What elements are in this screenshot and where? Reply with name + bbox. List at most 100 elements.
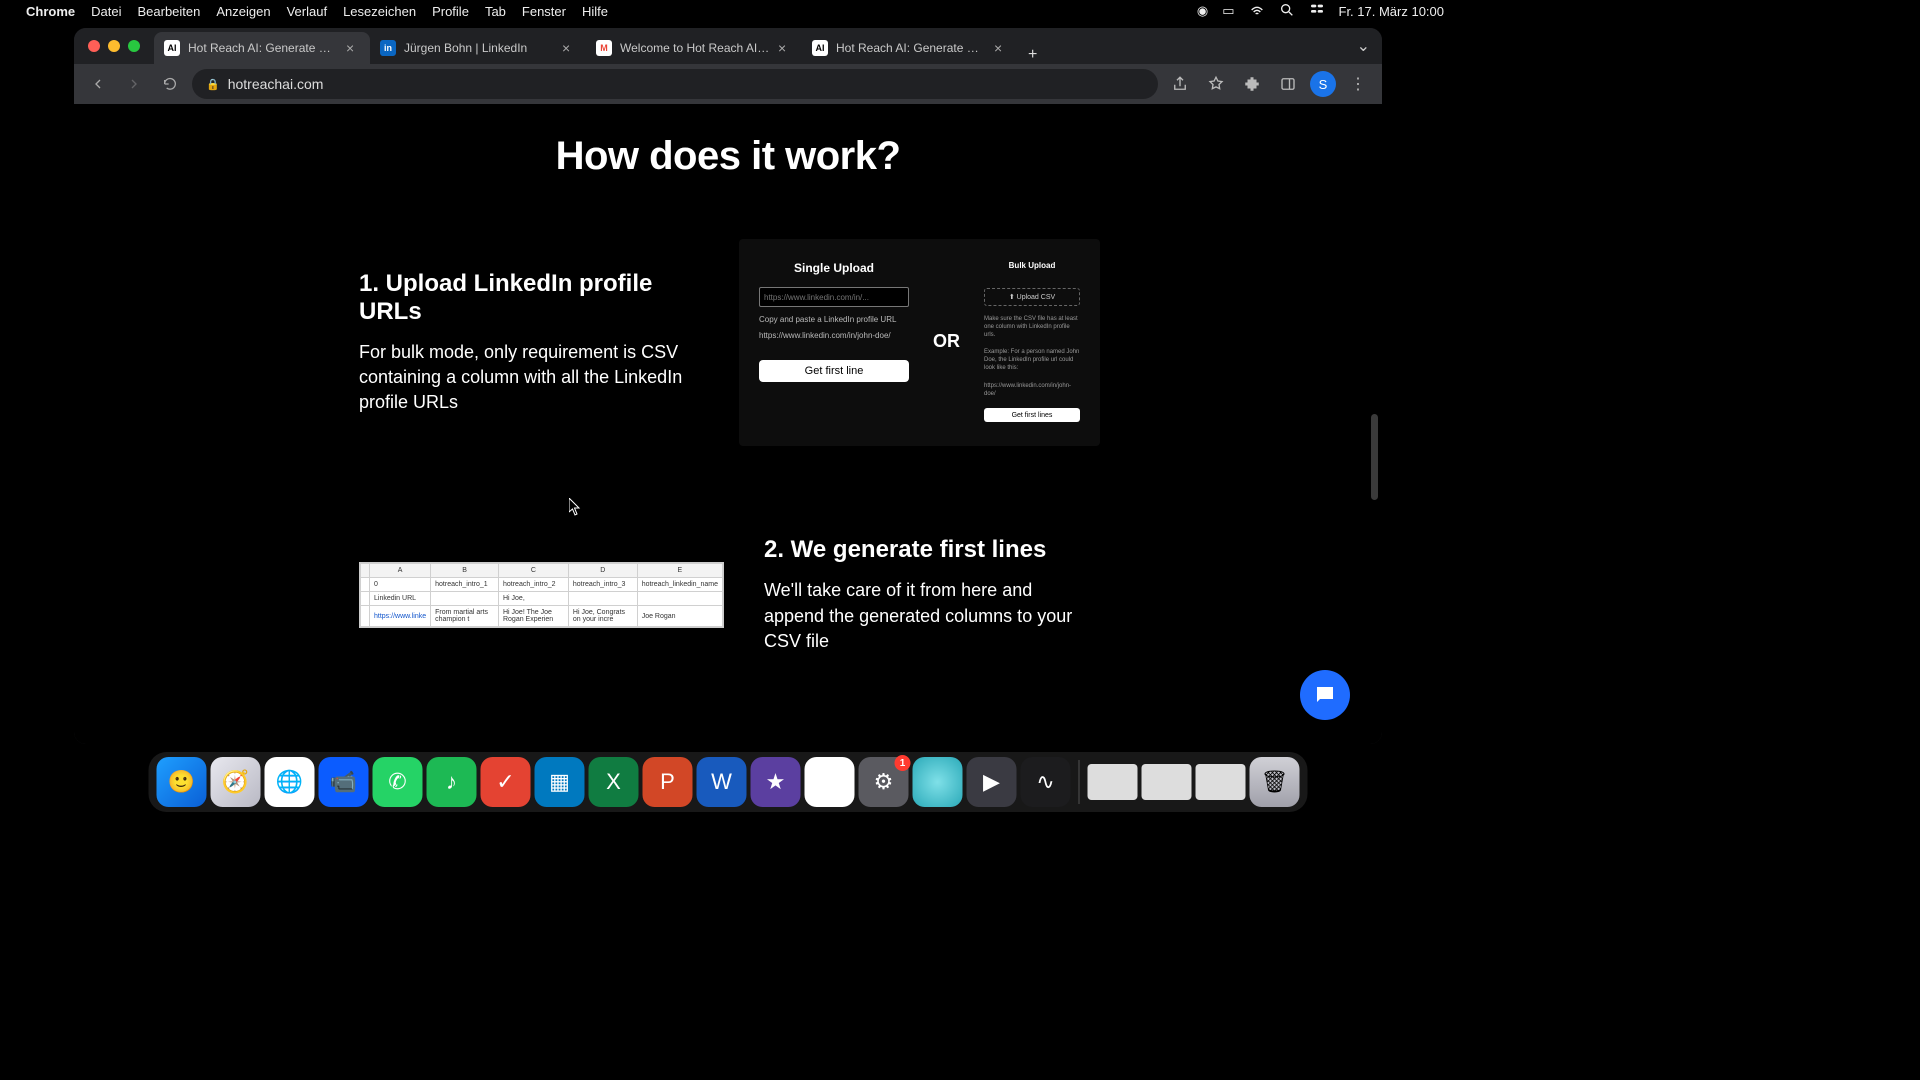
profile-avatar[interactable]: S xyxy=(1310,71,1336,97)
menu-verlauf[interactable]: Verlauf xyxy=(287,4,327,19)
dock-app-excel[interactable]: X xyxy=(589,757,639,807)
dock-minimized-window[interactable] xyxy=(1088,764,1138,800)
menu-profile[interactable]: Profile xyxy=(432,4,469,19)
favicon-icon: M xyxy=(596,40,612,56)
dock-minimized-window[interactable] xyxy=(1196,764,1246,800)
extensions-button[interactable] xyxy=(1238,70,1266,98)
upload-csv-dropzone[interactable]: ⬆ Upload CSV xyxy=(984,288,1080,306)
lock-icon: 🔒 xyxy=(206,78,220,91)
browser-tab[interactable]: in Jürgen Bohn | LinkedIn × xyxy=(370,32,586,64)
dock-minimized-window[interactable] xyxy=(1142,764,1192,800)
linkedin-url-input[interactable] xyxy=(759,287,909,307)
menu-tab[interactable]: Tab xyxy=(485,4,506,19)
dock-trash[interactable]: 🗑 xyxy=(1250,757,1300,807)
dock-app-drive[interactable]: ▲ xyxy=(805,757,855,807)
or-separator: OR xyxy=(927,331,966,352)
dock-app-word[interactable]: W xyxy=(697,757,747,807)
page-viewport: How does it work? 1. Upload LinkedIn pro… xyxy=(74,104,1382,744)
tab-close-icon[interactable]: × xyxy=(346,41,360,55)
address-bar[interactable]: 🔒 hotreachai.com xyxy=(192,69,1158,99)
get-first-lines-button[interactable]: Get first lines xyxy=(984,408,1080,422)
dock-app-chrome[interactable]: 🌐 xyxy=(265,757,315,807)
url-text: hotreachai.com xyxy=(228,76,324,92)
tab-close-icon[interactable]: × xyxy=(562,41,576,55)
step-1-body: For bulk mode, only requirement is CSV c… xyxy=(359,340,699,416)
tab-list-button[interactable]: ⌄ xyxy=(1345,36,1382,56)
step-2-row: A B C D E 0 hotreach_intro_1 hotreach_in… xyxy=(74,536,1382,654)
control-center-icon[interactable] xyxy=(1309,2,1325,21)
macos-menubar: Chrome Datei Bearbeiten Anzeigen Verlauf… xyxy=(0,0,1456,22)
bulk-note-3: https://www.linkedin.com/in/john-doe/ xyxy=(984,383,1080,399)
browser-tab[interactable]: M Welcome to Hot Reach AI - sa × xyxy=(586,32,802,64)
menu-bearbeiten[interactable]: Bearbeiten xyxy=(137,4,200,19)
dock-app-todoist[interactable]: ✓ xyxy=(481,757,531,807)
menu-lesezeichen[interactable]: Lesezeichen xyxy=(343,4,416,19)
window-minimize-button[interactable] xyxy=(108,40,120,52)
section-heading: How does it work? xyxy=(74,134,1382,179)
dock-app-voicememos[interactable]: ∿ xyxy=(1021,757,1071,807)
dock-app-trello[interactable]: ▦ xyxy=(535,757,585,807)
favicon-icon: AI xyxy=(164,40,180,56)
bulk-note-1: Make sure the CSV file has at least one … xyxy=(984,316,1080,339)
dock-app-quicktime[interactable]: ▶ xyxy=(967,757,1017,807)
bulk-note-2: Example: For a person named John Doe, th… xyxy=(984,349,1080,372)
bulk-upload-title: Bulk Upload xyxy=(984,261,1080,270)
single-upload-example: https://www.linkedin.com/in/john-doe/ xyxy=(759,331,909,340)
new-tab-button[interactable]: + xyxy=(1018,46,1047,64)
sheet-data-row: https://www.linke From martial arts cham… xyxy=(361,606,723,627)
forward-button[interactable] xyxy=(120,70,148,98)
tab-title: Welcome to Hot Reach AI - sa xyxy=(620,41,770,55)
browser-tab[interactable]: AI Hot Reach AI: Generate First L × xyxy=(154,32,370,64)
dock-app-app[interactable] xyxy=(913,757,963,807)
tab-title: Hot Reach AI: Generate First L xyxy=(836,41,986,55)
window-close-button[interactable] xyxy=(88,40,100,52)
menubar-clock[interactable]: Fr. 17. März 10:00 xyxy=(1339,4,1445,19)
dock-app-safari[interactable]: 🧭 xyxy=(211,757,261,807)
favicon-icon: in xyxy=(380,40,396,56)
scrollbar-thumb[interactable] xyxy=(1371,414,1378,500)
macos-dock: 🙂🧭🌐📹✆♪✓▦XPW★▲⚙1 ▶∿ 🗑 xyxy=(149,752,1308,812)
dock-separator xyxy=(1079,760,1080,804)
dock-app-imovie[interactable]: ★ xyxy=(751,757,801,807)
spotlight-icon[interactable] xyxy=(1279,2,1295,21)
browser-tab[interactable]: AI Hot Reach AI: Generate First L × xyxy=(802,32,1018,64)
favicon-icon: AI xyxy=(812,40,828,56)
screenrecord-icon[interactable]: ◉ xyxy=(1197,3,1208,19)
step-2-body: We'll take care of it from here and appe… xyxy=(764,578,1097,654)
window-zoom-button[interactable] xyxy=(128,40,140,52)
dock-app-settings[interactable]: ⚙1 xyxy=(859,757,909,807)
step-1-title: 1. Upload LinkedIn profile URLs xyxy=(359,270,699,326)
spreadsheet-illustration: A B C D E 0 hotreach_intro_1 hotreach_in… xyxy=(359,562,724,628)
upload-card-illustration: Single Upload Copy and paste a LinkedIn … xyxy=(739,239,1100,446)
tab-title: Jürgen Bohn | LinkedIn xyxy=(404,41,554,55)
get-first-line-button[interactable]: Get first line xyxy=(759,360,909,382)
bookmark-button[interactable] xyxy=(1202,70,1230,98)
battery-icon[interactable]: ▭ xyxy=(1222,3,1234,19)
chrome-menu-button[interactable]: ⋮ xyxy=(1344,70,1372,98)
window-controls xyxy=(82,40,148,52)
reload-button[interactable] xyxy=(156,70,184,98)
menu-fenster[interactable]: Fenster xyxy=(522,4,566,19)
dock-app-finder[interactable]: 🙂 xyxy=(157,757,207,807)
menu-anzeigen[interactable]: Anzeigen xyxy=(216,4,270,19)
step-1-row: 1. Upload LinkedIn profile URLs For bulk… xyxy=(74,239,1382,446)
single-upload-hint: Copy and paste a LinkedIn profile URL xyxy=(759,315,909,325)
dock-app-spotify[interactable]: ♪ xyxy=(427,757,477,807)
chat-widget-button[interactable] xyxy=(1300,670,1350,720)
back-button[interactable] xyxy=(84,70,112,98)
dock-app-zoom[interactable]: 📹 xyxy=(319,757,369,807)
tab-close-icon[interactable]: × xyxy=(778,41,792,55)
sidepanel-button[interactable] xyxy=(1274,70,1302,98)
tab-close-icon[interactable]: × xyxy=(994,41,1008,55)
dock-app-powerpoint[interactable]: P xyxy=(643,757,693,807)
tab-title: Hot Reach AI: Generate First L xyxy=(188,41,338,55)
share-button[interactable] xyxy=(1166,70,1194,98)
menu-datei[interactable]: Datei xyxy=(91,4,121,19)
dock-app-whatsapp[interactable]: ✆ xyxy=(373,757,423,807)
tab-strip: AI Hot Reach AI: Generate First L × in J… xyxy=(74,28,1382,64)
dock-badge: 1 xyxy=(895,755,911,771)
menubar-app-name[interactable]: Chrome xyxy=(26,4,75,19)
menu-hilfe[interactable]: Hilfe xyxy=(582,4,608,19)
wifi-icon[interactable] xyxy=(1249,2,1265,21)
mouse-cursor-icon xyxy=(569,498,581,516)
